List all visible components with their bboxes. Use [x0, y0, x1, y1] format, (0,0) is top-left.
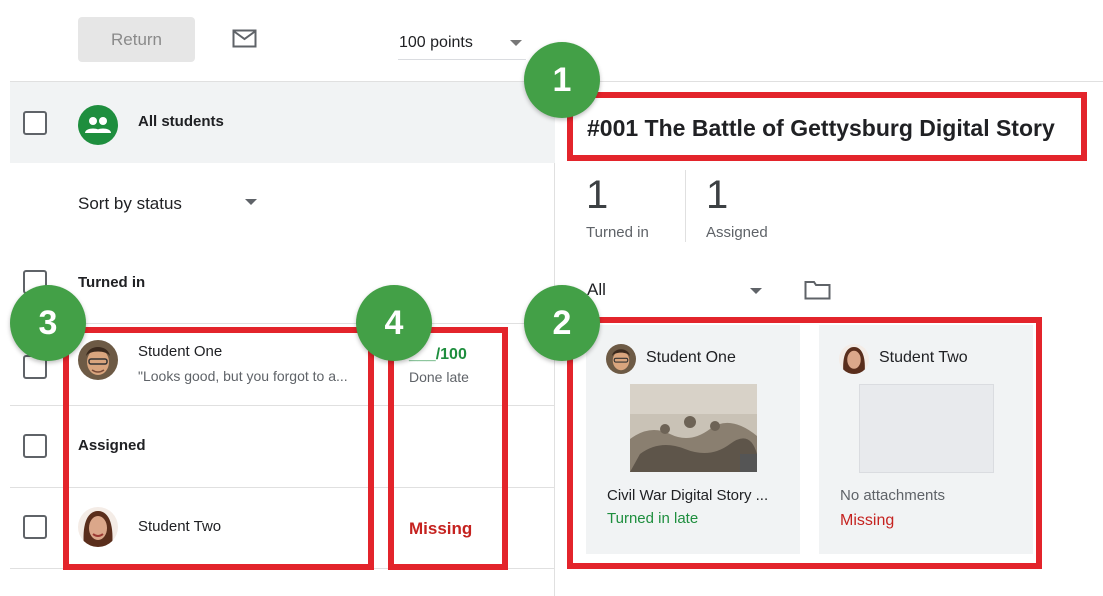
turned-in-count: 1 [586, 173, 609, 217]
sort-select[interactable]: Sort by status [78, 194, 182, 214]
select-all-checkbox[interactable] [23, 111, 47, 135]
turned-in-label: Turned in [586, 224, 649, 241]
all-students-label: All students [138, 113, 224, 130]
annotation-box-title [567, 92, 1087, 161]
annotation-badge-3: 3 [10, 285, 86, 361]
return-button[interactable]: Return [78, 17, 195, 62]
divider [10, 323, 555, 324]
points-select[interactable]: 100 points [398, 24, 526, 60]
folder-icon[interactable] [804, 280, 831, 300]
assigned-count: 1 [706, 173, 729, 217]
people-icon [78, 105, 118, 145]
student-two-checkbox[interactable] [23, 515, 47, 539]
assigned-label: Assigned [706, 224, 768, 241]
annotation-badge-4: 4 [356, 285, 432, 361]
annotation-box-cards [567, 317, 1042, 569]
annotation-badge-1: 1 [524, 42, 600, 118]
chevron-down-icon[interactable] [750, 288, 762, 294]
points-value: 100 points [399, 34, 473, 51]
annotation-box-students [63, 327, 374, 570]
stat-divider [685, 170, 686, 242]
annotation-box-grades [388, 327, 508, 570]
annotation-badge-2: 2 [524, 285, 600, 361]
chevron-down-icon [510, 40, 522, 46]
chevron-down-icon[interactable] [245, 199, 257, 205]
assigned-checkbox[interactable] [23, 434, 47, 458]
section-header-turned-in: Turned in [78, 274, 146, 291]
mail-icon[interactable] [232, 29, 257, 48]
